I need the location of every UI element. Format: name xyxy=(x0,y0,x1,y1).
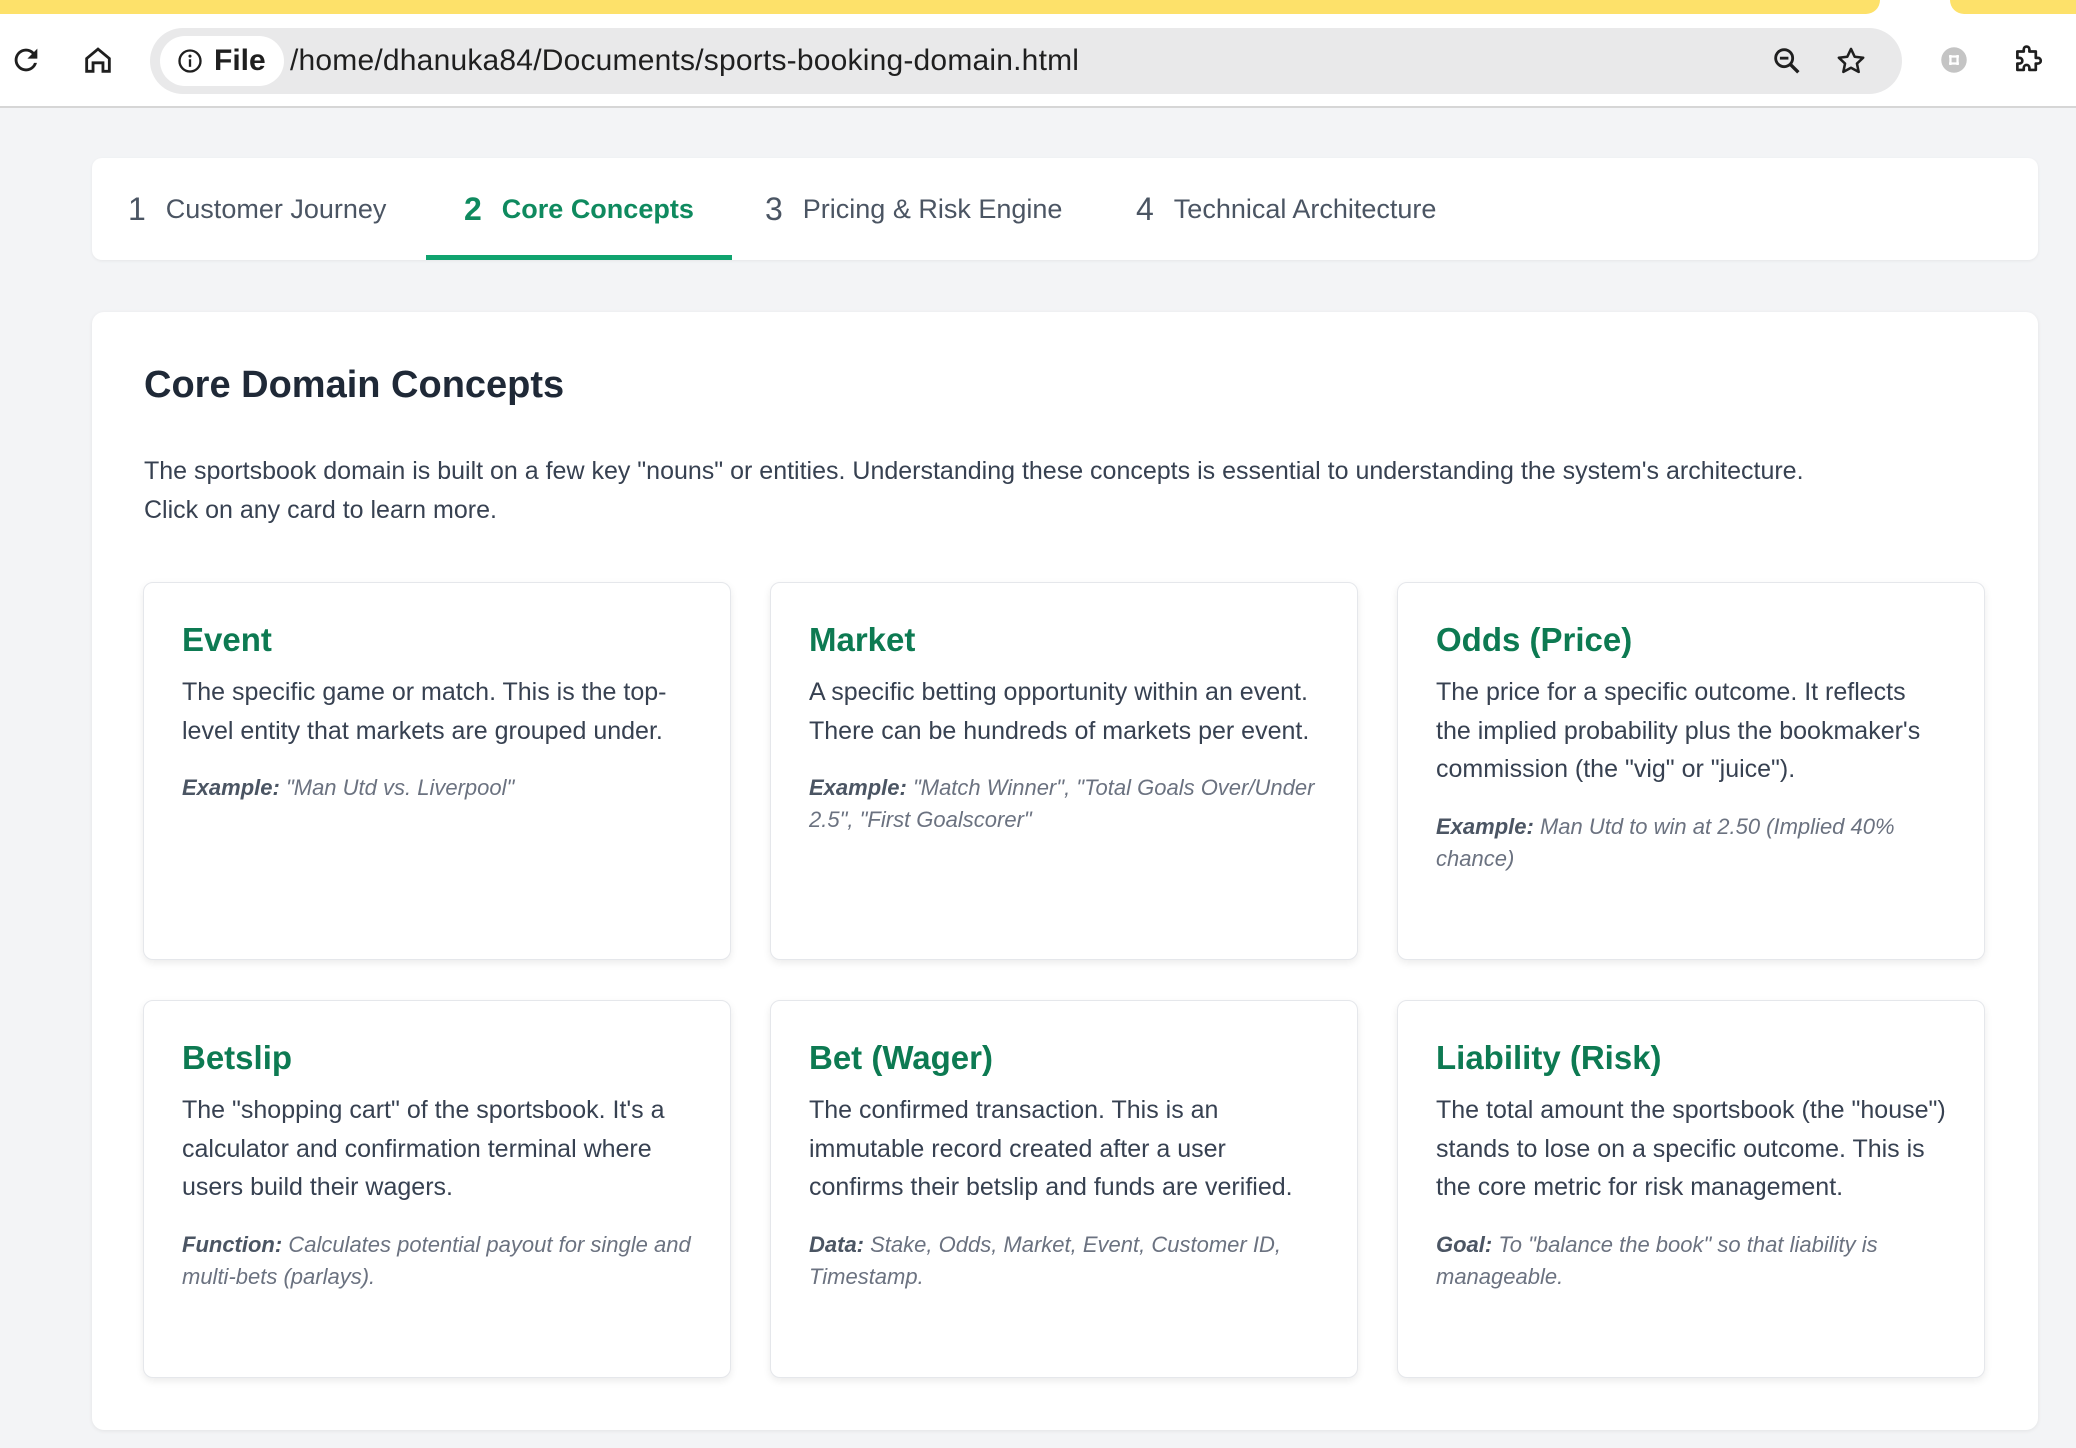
info-icon xyxy=(178,49,202,73)
intro-line-2: Click on any card to learn more. xyxy=(144,496,497,524)
concept-note: Goal: To "balance the book" so that liab… xyxy=(1436,1229,1946,1293)
tab-label: Core Concepts xyxy=(501,193,694,224)
concept-description: The specific game or match. This is the … xyxy=(182,678,667,745)
reload-icon[interactable] xyxy=(4,38,48,82)
profile-icon[interactable] xyxy=(1932,38,1976,82)
address-bar[interactable]: File /home/dhanuka84/Documents/sports-bo… xyxy=(150,28,1902,94)
intro-paragraph: The sportsbook domain is built on a few … xyxy=(144,452,2014,530)
home-icon[interactable] xyxy=(76,38,120,82)
tab-number: 4 xyxy=(1136,190,1154,227)
concept-title: Liability (Risk) xyxy=(1436,1039,1662,1076)
concept-card-liability[interactable]: Liability (Risk) The total amount the sp… xyxy=(1397,1000,1985,1378)
tab-number: 1 xyxy=(128,190,146,227)
concept-title: Odds (Price) xyxy=(1436,621,1633,658)
note-label: Example: xyxy=(182,775,280,800)
concept-card-market[interactable]: Market A specific betting opportunity wi… xyxy=(770,582,1358,960)
url-text[interactable]: /home/dhanuka84/Documents/sports-booking… xyxy=(290,28,1079,94)
concept-note: Example: "Man Utd vs. Liverpool" xyxy=(182,772,692,804)
concept-card-bet[interactable]: Bet (Wager) The confirmed transaction. T… xyxy=(770,1000,1358,1378)
note-text: "Man Utd vs. Liverpool" xyxy=(279,775,515,800)
concept-title: Event xyxy=(182,621,272,658)
tab-customer-journey[interactable]: 1 Customer Journey xyxy=(128,158,394,260)
tab-technical-architecture[interactable]: 4 Technical Architecture xyxy=(1136,158,1436,260)
zoom-icon[interactable] xyxy=(1766,40,1808,82)
concept-note: Example: Man Utd to win at 2.50 (Implied… xyxy=(1436,811,1946,875)
browser-toolbar: File /home/dhanuka84/Documents/sports-bo… xyxy=(0,0,2076,108)
note-label: Example: xyxy=(1436,813,1534,839)
site-info-chip[interactable]: File xyxy=(160,36,284,86)
note-label: Function: xyxy=(182,1231,283,1257)
note-text: Stake, Odds, Market, Event, Customer ID,… xyxy=(809,1231,1281,1289)
core-concepts-panel: Core Domain Concepts The sportsbook doma… xyxy=(92,312,2038,1430)
concept-card-odds[interactable]: Odds (Price) The price for a specific ou… xyxy=(1397,582,1985,960)
concept-note: Data: Stake, Odds, Market, Event, Custom… xyxy=(809,1229,1319,1293)
concept-description: A specific betting opportunity within an… xyxy=(809,678,1310,745)
concept-title: Market xyxy=(809,621,916,658)
concept-note: Function: Calculates potential payout fo… xyxy=(182,1229,692,1293)
note-text: To "balance the book" so that liability … xyxy=(1436,1231,1878,1289)
tabstrip-active-tab[interactable] xyxy=(0,0,1880,14)
intro-line-1: The sportsbook domain is built on a few … xyxy=(144,457,1804,485)
tab-label: Technical Architecture xyxy=(1173,193,1437,224)
concept-title: Betslip xyxy=(182,1039,293,1076)
note-label: Example: xyxy=(809,775,907,800)
tab-core-concepts[interactable]: 2 Core Concepts xyxy=(426,158,732,260)
concept-note: Example: "Match Winner", "Total Goals Ov… xyxy=(809,772,1319,836)
concept-description: The price for a specific outcome. It ref… xyxy=(1436,678,1921,783)
concept-description: The confirmed transaction. This is an im… xyxy=(809,1096,1293,1201)
tab-label: Customer Journey xyxy=(165,193,387,224)
tab-number: 3 xyxy=(765,190,783,227)
tabstrip-tab[interactable] xyxy=(1950,0,2076,14)
extension-puzzle-icon[interactable] xyxy=(2006,38,2050,82)
site-chip-label: File xyxy=(214,44,266,77)
section-tabs: 1 Customer Journey 2 Core Concepts 3 Pri… xyxy=(92,158,2038,260)
concept-description: The "shopping cart" of the sportsbook. I… xyxy=(182,1096,665,1201)
bookmark-star-icon[interactable] xyxy=(1830,40,1872,82)
tab-number: 2 xyxy=(464,190,482,227)
concept-title: Bet (Wager) xyxy=(809,1039,993,1076)
tab-pricing-risk-engine[interactable]: 3 Pricing & Risk Engine xyxy=(765,158,1062,260)
concept-card-betslip[interactable]: Betslip The "shopping cart" of the sport… xyxy=(143,1000,731,1378)
note-label: Data: xyxy=(809,1231,865,1257)
concept-card-event[interactable]: Event The specific game or match. This i… xyxy=(143,582,731,960)
note-label: Goal: xyxy=(1436,1231,1493,1257)
page-title: Core Domain Concepts xyxy=(144,364,565,406)
concept-description: The total amount the sportsbook (the "ho… xyxy=(1436,1096,1946,1201)
tab-label: Pricing & Risk Engine xyxy=(802,193,1063,224)
